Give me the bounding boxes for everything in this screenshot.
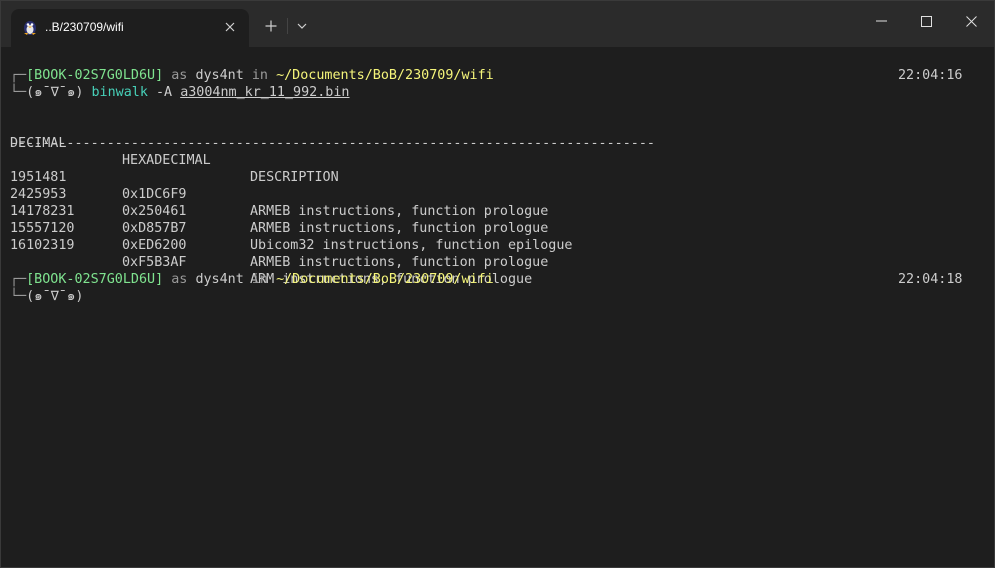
maximize-icon[interactable] <box>903 1 949 41</box>
cell-hex: 0xF5B3AF <box>122 255 187 270</box>
box-corner: └─ <box>10 289 27 304</box>
prompt-path: ~/Documents/BoB/230709/wifi <box>276 272 494 287</box>
command-name: binwalk <box>91 85 148 100</box>
prompt-user: dys4nt <box>195 272 244 287</box>
prompt-in: in <box>251 68 268 83</box>
new-tab-plus-icon[interactable] <box>259 14 283 38</box>
input-line[interactable]: └─(๑ˉ∇ˉ๑) <box>10 288 83 305</box>
table-row: 14178231 0xD857B7 Ubicom32 instructions,… <box>10 186 710 253</box>
table-row: 1951481 0x1DC6F9 ARMEB instructions, fun… <box>10 152 710 219</box>
prompt-time: 22:04:18 <box>898 272 963 287</box>
prompt-line: ┌─[BOOK-02S7G0LD6U] as dys4nt in ~/Docum… <box>10 67 494 84</box>
close-tab-icon[interactable] <box>219 16 241 38</box>
terminal-window: ..B/230709/wifi ┌─[BOOK-02S7G0LD6U] as d… <box>0 0 995 568</box>
table-row: 2425953 0x250461 ARMEB instructions, fun… <box>10 169 710 236</box>
prompt-as: as <box>171 272 188 287</box>
prompt-host: [BOOK-02S7G0LD6U] <box>26 272 164 287</box>
cell-description: Ubicom32 instructions, function epilogue <box>250 238 573 253</box>
prompt-in: in <box>251 272 268 287</box>
terminal-output[interactable]: ┌─[BOOK-02S7G0LD6U] as dys4nt in ~/Docum… <box>1 47 994 567</box>
box-corner: ┌─ <box>10 68 27 83</box>
minimize-icon[interactable] <box>858 1 904 41</box>
command-arg: a3004nm_kr_11_992.bin <box>180 85 350 100</box>
command-line: └─(๑ˉ∇ˉ๑) binwalk -A a3004nm_kr_11_992.b… <box>10 84 350 101</box>
close-window-icon[interactable] <box>948 1 994 41</box>
cell-decimal: 16102319 <box>10 238 75 253</box>
command-flag: -A <box>156 85 173 100</box>
cell-hex: 0xED6200 <box>122 238 187 253</box>
tab-divider <box>287 18 288 34</box>
box-corner: └─ <box>10 85 27 100</box>
tab-title: ..B/230709/wifi <box>45 20 124 34</box>
cell-description: ARMEB instructions, function prologue <box>250 255 549 270</box>
title-bar[interactable]: ..B/230709/wifi <box>1 1 994 47</box>
prompt-as: as <box>171 68 188 83</box>
prompt-face: (๑ˉ∇ˉ๑) <box>26 85 84 100</box>
prompt-line: ┌─[BOOK-02S7G0LD6U] as dys4nt in ~/Docum… <box>10 271 494 288</box>
table-row: 16102319 0xF5B3AF ARM instructions, func… <box>10 220 710 287</box>
table-header: DECIMAL HEXADECIMAL DESCRIPTION <box>10 118 710 185</box>
linux-penguin-icon <box>21 18 39 36</box>
prompt-path: ~/Documents/BoB/230709/wifi <box>276 68 494 83</box>
chevron-down-icon[interactable] <box>291 14 313 38</box>
prompt-face: (๑ˉ∇ˉ๑) <box>26 289 84 304</box>
tab-active[interactable]: ..B/230709/wifi <box>11 9 249 47</box>
box-corner: ┌─ <box>10 272 27 287</box>
table-separator: ----------------------------------------… <box>10 136 655 151</box>
table-row: 15557120 0xED6200 ARMEB instructions, fu… <box>10 203 710 270</box>
prompt-time: 22:04:16 <box>898 68 963 83</box>
prompt-host: [BOOK-02S7G0LD6U] <box>26 68 164 83</box>
prompt-user: dys4nt <box>195 68 244 83</box>
